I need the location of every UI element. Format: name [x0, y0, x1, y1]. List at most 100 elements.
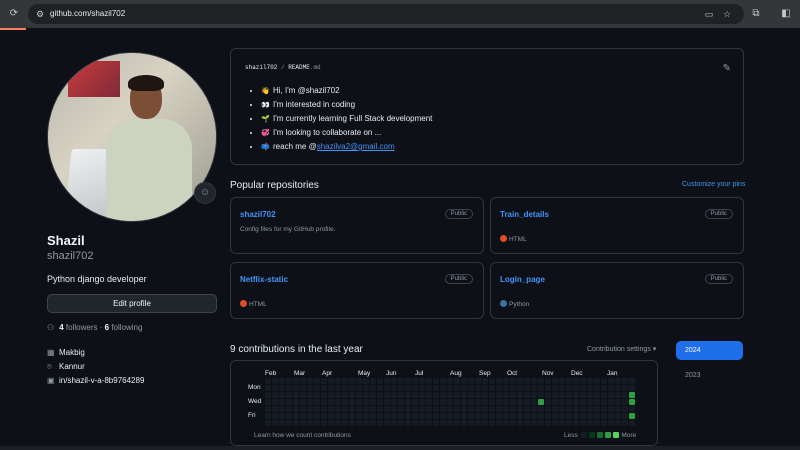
- contribution-day-cell[interactable]: [300, 406, 306, 412]
- contribution-day-cell[interactable]: [447, 406, 453, 412]
- contribution-day-cell[interactable]: [468, 392, 474, 398]
- contribution-day-cell[interactable]: [279, 378, 285, 384]
- contribution-day-cell[interactable]: [517, 378, 523, 384]
- contribution-day-cell[interactable]: [279, 385, 285, 391]
- contribution-day-cell[interactable]: [342, 392, 348, 398]
- contribution-day-cell[interactable]: [328, 413, 334, 419]
- contribution-day-cell[interactable]: [293, 392, 299, 398]
- contribution-day-cell[interactable]: [265, 392, 271, 398]
- contribution-day-cell[interactable]: [419, 399, 425, 405]
- contribution-day-cell[interactable]: [307, 392, 313, 398]
- contribution-day-cell[interactable]: [503, 378, 509, 384]
- contribution-day-cell[interactable]: [594, 392, 600, 398]
- contribution-day-cell[interactable]: [475, 378, 481, 384]
- contribution-day-cell[interactable]: [265, 413, 271, 419]
- contribution-day-cell[interactable]: [272, 385, 278, 391]
- contribution-day-cell[interactable]: [384, 392, 390, 398]
- contribution-day-cell[interactable]: [419, 413, 425, 419]
- contribution-day-cell[interactable]: [349, 413, 355, 419]
- contribution-day-cell[interactable]: [335, 413, 341, 419]
- contribution-day-cell[interactable]: [349, 420, 355, 426]
- contribution-day-cell[interactable]: [454, 378, 460, 384]
- contribution-day-cell[interactable]: [489, 399, 495, 405]
- contribution-day-cell[interactable]: [629, 399, 635, 405]
- contribution-day-cell[interactable]: [601, 406, 607, 412]
- contribution-day-cell[interactable]: [377, 399, 383, 405]
- contribution-day-cell[interactable]: [279, 406, 285, 412]
- contribution-day-cell[interactable]: [356, 399, 362, 405]
- contribution-day-cell[interactable]: [468, 385, 474, 391]
- contribution-day-cell[interactable]: [286, 420, 292, 426]
- contribution-day-cell[interactable]: [552, 378, 558, 384]
- contribution-day-cell[interactable]: [531, 385, 537, 391]
- contribution-day-cell[interactable]: [510, 406, 516, 412]
- contribution-day-cell[interactable]: [363, 385, 369, 391]
- contribution-day-cell[interactable]: [482, 392, 488, 398]
- contribution-day-cell[interactable]: [377, 385, 383, 391]
- contribution-day-cell[interactable]: [615, 392, 621, 398]
- contribution-day-cell[interactable]: [538, 399, 544, 405]
- contribution-day-cell[interactable]: [307, 399, 313, 405]
- contribution-day-cell[interactable]: [552, 406, 558, 412]
- contribution-day-cell[interactable]: [447, 420, 453, 426]
- contribution-day-cell[interactable]: [580, 420, 586, 426]
- contribution-day-cell[interactable]: [440, 378, 446, 384]
- repo-name-link[interactable]: Netflix-static: [240, 275, 288, 284]
- side-panel-icon[interactable]: ◧: [780, 8, 792, 20]
- contribution-day-cell[interactable]: [265, 378, 271, 384]
- contribution-day-cell[interactable]: [412, 378, 418, 384]
- contribution-day-cell[interactable]: [286, 413, 292, 419]
- contribution-day-cell[interactable]: [622, 413, 628, 419]
- contribution-day-cell[interactable]: [601, 413, 607, 419]
- contribution-day-cell[interactable]: [433, 385, 439, 391]
- contribution-day-cell[interactable]: [307, 385, 313, 391]
- avatar[interactable]: [47, 52, 217, 222]
- contribution-day-cell[interactable]: [552, 420, 558, 426]
- contribution-day-cell[interactable]: [496, 420, 502, 426]
- contribution-day-cell[interactable]: [412, 385, 418, 391]
- contribution-day-cell[interactable]: [461, 378, 467, 384]
- contribution-day-cell[interactable]: [419, 378, 425, 384]
- contribution-day-cell[interactable]: [482, 406, 488, 412]
- contribution-day-cell[interactable]: [398, 413, 404, 419]
- reload-icon[interactable]: ⟳: [8, 8, 20, 20]
- contribution-day-cell[interactable]: [566, 385, 572, 391]
- contribution-day-cell[interactable]: [559, 413, 565, 419]
- contribution-day-cell[interactable]: [293, 385, 299, 391]
- contribution-day-cell[interactable]: [566, 413, 572, 419]
- contribution-day-cell[interactable]: [342, 378, 348, 384]
- contribution-day-cell[interactable]: [454, 406, 460, 412]
- contribution-day-cell[interactable]: [573, 420, 579, 426]
- year-button-2023[interactable]: 2023: [676, 366, 743, 385]
- contribution-day-cell[interactable]: [419, 392, 425, 398]
- contribution-day-cell[interactable]: [482, 385, 488, 391]
- contribution-day-cell[interactable]: [489, 420, 495, 426]
- contribution-day-cell[interactable]: [517, 413, 523, 419]
- contribution-day-cell[interactable]: [524, 378, 530, 384]
- contribution-day-cell[interactable]: [629, 413, 635, 419]
- contribution-day-cell[interactable]: [482, 420, 488, 426]
- contribution-day-cell[interactable]: [314, 392, 320, 398]
- contribution-day-cell[interactable]: [475, 399, 481, 405]
- extensions-icon[interactable]: ⧉: [750, 8, 762, 20]
- contribution-day-cell[interactable]: [272, 378, 278, 384]
- contribution-day-cell[interactable]: [538, 413, 544, 419]
- contribution-day-cell[interactable]: [629, 385, 635, 391]
- contribution-day-cell[interactable]: [601, 420, 607, 426]
- contribution-day-cell[interactable]: [335, 378, 341, 384]
- contribution-day-cell[interactable]: [573, 378, 579, 384]
- contribution-day-cell[interactable]: [524, 385, 530, 391]
- contribution-day-cell[interactable]: [587, 420, 593, 426]
- contribution-day-cell[interactable]: [482, 413, 488, 419]
- contribution-day-cell[interactable]: [391, 406, 397, 412]
- contribution-day-cell[interactable]: [503, 406, 509, 412]
- learn-contributions-link[interactable]: Learn how we count contributions: [254, 432, 351, 439]
- contribution-day-cell[interactable]: [545, 413, 551, 419]
- contribution-day-cell[interactable]: [496, 378, 502, 384]
- contribution-day-cell[interactable]: [314, 413, 320, 419]
- contribution-day-cell[interactable]: [335, 399, 341, 405]
- contribution-day-cell[interactable]: [566, 420, 572, 426]
- edit-profile-button[interactable]: Edit profile: [47, 294, 217, 313]
- contribution-day-cell[interactable]: [356, 413, 362, 419]
- contribution-day-cell[interactable]: [405, 392, 411, 398]
